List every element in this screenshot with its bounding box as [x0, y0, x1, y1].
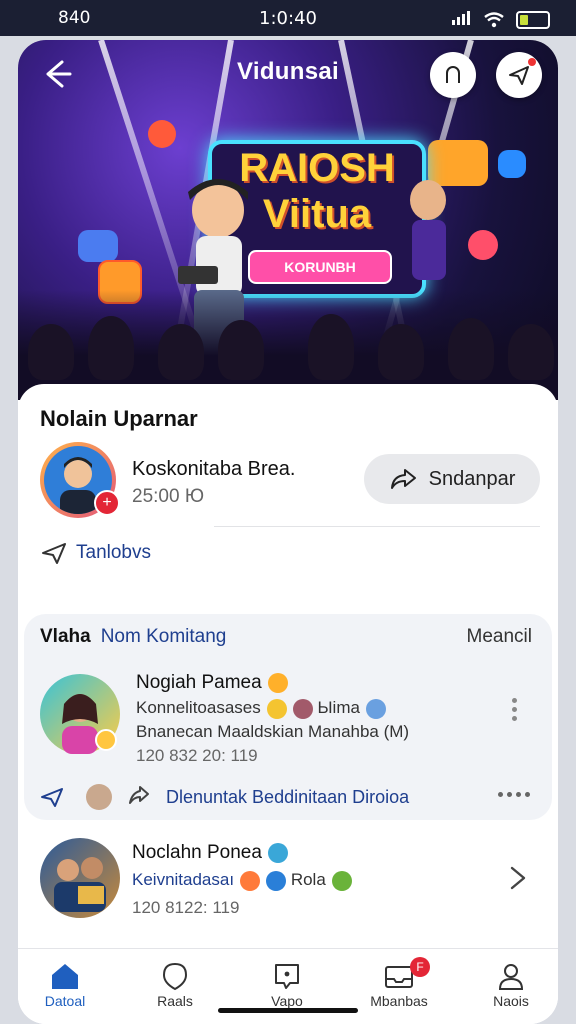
chat-bubble-icon	[275, 964, 299, 989]
comment-action-row: Dlenuntak Beddinitaan Diroioa	[40, 784, 409, 810]
sign-tag: KORUNBH	[248, 250, 392, 284]
share-top-button[interactable]	[496, 52, 542, 98]
notification-badge: F	[410, 957, 430, 977]
sticker-icon	[365, 698, 386, 719]
group-photo	[54, 857, 106, 912]
send-outline-icon	[42, 543, 66, 564]
comment-line-1: Konnelitoasases Ыima	[136, 698, 386, 719]
commenter-avatar[interactable]	[40, 674, 120, 754]
user-outline-icon	[446, 66, 460, 83]
host-section-title: Nolain Uparnar	[40, 406, 198, 431]
pin-icon	[162, 962, 188, 991]
share-arrow-icon	[390, 469, 416, 489]
chevron-right-icon[interactable]	[506, 864, 530, 892]
person-icon	[498, 964, 524, 990]
app-shell: RAIOSH Viitua KORUNBH Vidunsai Nolain Up…	[18, 40, 558, 1024]
comment-time: 120 8122: 119	[132, 898, 240, 917]
comments-subtitle: Nom Komitang	[100, 626, 227, 647]
tab-messages[interactable]: F Mbanbas	[354, 957, 444, 1009]
battery-icon	[516, 10, 550, 29]
commenter-name: Nogiah Pamea	[136, 672, 288, 694]
commenter-name: Noclahn Ponea	[132, 842, 288, 864]
emoji-icon	[266, 698, 287, 719]
send-small-icon[interactable]	[40, 785, 66, 809]
comment-line-2: Bnanecan Maaldskian Manahba (M)	[136, 722, 410, 741]
comments-more-link[interactable]: Meancil	[467, 626, 532, 648]
badge-icon	[267, 672, 288, 693]
tab-live[interactable]: Vapo	[242, 959, 332, 1009]
more-horizontal-icon[interactable]	[498, 792, 530, 797]
notification-dot	[528, 58, 536, 66]
home-indicator	[218, 1008, 358, 1013]
comment-action-label[interactable]: Dlenuntak Beddinitaan Diroioa	[166, 787, 409, 808]
sticker-icon	[331, 870, 352, 891]
hero-banner: RAIOSH Viitua KORUNBH Vidunsai	[18, 40, 558, 400]
commenter-avatar[interactable]	[40, 838, 120, 918]
comments-title: Vlaha	[40, 626, 91, 647]
host-avatar[interactable]: +	[40, 442, 120, 518]
emoji-icon	[240, 870, 261, 891]
content-card: Nolain Uparnar + Koskonitaba Brea. 25:00…	[18, 384, 558, 1024]
status-bar: 840 1:0:40	[0, 0, 576, 36]
page-title: Vidunsai	[237, 58, 339, 85]
comments-panel: Vlaha Nom Komitang Meancil Nogiah Pamea K…	[24, 614, 552, 820]
badge-icon	[267, 842, 288, 863]
profile-button[interactable]	[430, 52, 476, 98]
send-icon	[509, 66, 529, 85]
divider	[214, 526, 540, 527]
signal-icon	[452, 10, 472, 29]
tab-profile[interactable]: Naois	[466, 959, 556, 1009]
home-icon	[52, 964, 78, 989]
tab-reels[interactable]: Raals	[130, 959, 220, 1009]
comments-header: Vlaha Nom Komitang	[40, 626, 226, 648]
follow-label: Tanlobvs	[76, 542, 151, 563]
comment-time: 120 832 20: 119	[136, 746, 258, 765]
wifi-icon	[484, 11, 504, 27]
share-button[interactable]: Sndanpar	[364, 454, 540, 504]
comment-line-1: Keivnitadasaı Rola	[132, 870, 352, 891]
follow-link[interactable]: Tanlobvs	[40, 540, 151, 566]
info-icon	[266, 870, 287, 891]
status-icons	[452, 10, 550, 29]
more-vertical-icon[interactable]	[512, 698, 518, 725]
share-button-label: Sndanpar	[428, 467, 516, 490]
add-badge-icon: +	[94, 490, 120, 516]
commenter-portrait	[62, 694, 117, 754]
host-name: Koskonitaba Brea.	[132, 458, 296, 480]
mini-avatar-icon	[86, 784, 112, 810]
dancer-illustration	[410, 180, 446, 280]
reply-icon	[129, 786, 149, 804]
host-meta: 25:00 Ю	[132, 486, 205, 507]
mini-avatar-icon	[292, 698, 313, 719]
tab-home[interactable]: Datoal	[20, 959, 110, 1009]
